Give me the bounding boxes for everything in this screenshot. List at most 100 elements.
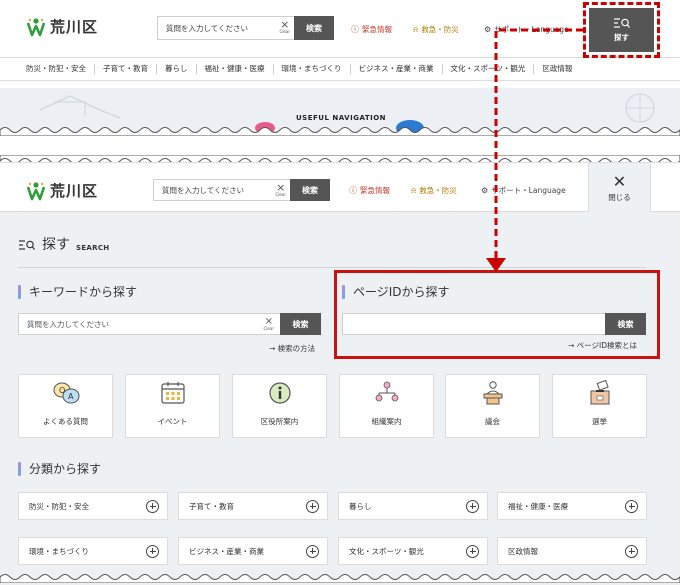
useful-navigation-label: USEFUL NAVIGATION bbox=[296, 114, 387, 122]
header-search-placeholder: 質問を入力してください bbox=[162, 185, 245, 195]
category-item[interactable]: 福祉・健康・医療 bbox=[497, 492, 647, 520]
faq-icon: Q A bbox=[53, 382, 79, 404]
keyword-heading: キーワードから探す bbox=[18, 283, 137, 300]
bell-icon: ⍾ bbox=[411, 185, 417, 195]
nav-item[interactable]: 暮らし bbox=[157, 64, 197, 74]
organization-icon bbox=[375, 381, 398, 402]
site-logo-text: 荒川区 bbox=[50, 182, 99, 200]
category-label: 環境・まちづくり bbox=[29, 546, 89, 556]
emergency-label: 緊急情報 bbox=[362, 25, 392, 34]
rescue-label: 救急・防災 bbox=[421, 25, 459, 34]
category-label: 暮らし bbox=[349, 501, 372, 511]
clear-button[interactable]: × Clear bbox=[280, 19, 290, 34]
header-search-input[interactable]: 質問を入力してください × Clear bbox=[153, 179, 290, 201]
category-item[interactable]: 環境・まちづくり bbox=[18, 537, 168, 565]
keyword-search-input[interactable]: 質問を入力してください × Clear bbox=[18, 313, 280, 335]
bell-icon: ⍾ bbox=[413, 24, 419, 34]
header-search-placeholder: 質問を入力してください bbox=[166, 23, 249, 33]
heading-bar bbox=[18, 461, 21, 476]
category-item[interactable]: ビジネス・産業・商業 bbox=[178, 537, 328, 565]
rescue-link[interactable]: ⍾ 救急・防災 bbox=[413, 24, 459, 35]
support-link[interactable]: ⚙ サポート・Language bbox=[481, 185, 566, 196]
category-heading: 分類から探す bbox=[18, 460, 101, 477]
nav-item[interactable]: 環境・まちづくり bbox=[274, 64, 351, 74]
header-search-button[interactable]: 検索 bbox=[290, 179, 330, 201]
tile-event[interactable]: イベント bbox=[125, 374, 220, 438]
rescue-label: 救急・防災 bbox=[419, 186, 457, 195]
global-nav: 防災・防犯・安全 子育て・教育 暮らし 福祉・健康・医療 環境・まちづくり ビジ… bbox=[0, 57, 680, 81]
nav-item[interactable]: 区政情報 bbox=[534, 64, 580, 74]
clear-button[interactable]: × Clear bbox=[276, 182, 286, 197]
gear-icon: ⚙ bbox=[484, 25, 492, 34]
header-before: 荒川区 質問を入力してください × Clear 検索 ⓘ 緊急情報 ⍾ 救急・防災 ⚙… bbox=[0, 0, 680, 132]
header-search-input[interactable]: 質問を入力してください × Clear bbox=[157, 16, 294, 40]
category-label: 子育て・教育 bbox=[189, 501, 234, 511]
nav-item[interactable]: 子育て・教育 bbox=[95, 64, 157, 74]
keyword-search-placeholder: 質問を入力してください bbox=[27, 319, 110, 329]
tile-label: イベント bbox=[157, 417, 188, 426]
close-button[interactable]: ✕ 閉じる bbox=[588, 163, 651, 213]
heading-bar bbox=[18, 284, 21, 299]
tile-label: 選挙 bbox=[592, 417, 607, 426]
nav-item[interactable]: 福祉・健康・医療 bbox=[197, 64, 274, 74]
plus-circle-icon bbox=[146, 544, 159, 558]
category-label: 福祉・健康・医療 bbox=[508, 501, 568, 511]
plus-circle-icon bbox=[146, 499, 159, 513]
plus-circle-icon bbox=[625, 544, 638, 558]
site-logo[interactable]: 荒川区 bbox=[26, 16, 98, 37]
explore-highlight bbox=[583, 2, 660, 58]
gear-icon: ⚙ bbox=[481, 186, 489, 195]
nav-item[interactable]: 防災・防犯・安全 bbox=[18, 64, 95, 74]
arakawa-logo-icon bbox=[26, 181, 46, 200]
plus-circle-icon bbox=[466, 499, 479, 513]
category-heading-text: 分類から探す bbox=[29, 462, 102, 476]
tile-organization[interactable]: 組織案内 bbox=[339, 374, 434, 438]
emergency-link[interactable]: ⓘ 緊急情報 bbox=[349, 185, 390, 196]
nav-item[interactable]: ビジネス・産業・商業 bbox=[351, 64, 443, 74]
search-help-link[interactable]: → 検索の方法 bbox=[269, 343, 315, 354]
close-label: 閉じる bbox=[608, 192, 631, 202]
plus-circle-icon bbox=[306, 499, 319, 513]
tear-edge-bottom bbox=[0, 574, 680, 583]
keyword-heading-text: キーワードから探す bbox=[29, 285, 138, 299]
category-label: 防災・防犯・安全 bbox=[29, 501, 89, 511]
site-logo[interactable]: 荒川区 bbox=[26, 180, 98, 201]
header-search: 質問を入力してください × Clear 検索 bbox=[157, 16, 334, 40]
panel-title-en: SEARCH bbox=[76, 244, 110, 252]
emergency-link[interactable]: ⓘ 緊急情報 bbox=[351, 24, 392, 35]
tile-faq[interactable]: Q A よくある質問 bbox=[18, 374, 113, 438]
rescue-link[interactable]: ⍾ 救急・防災 bbox=[411, 185, 457, 196]
panel-title-text: 探す bbox=[42, 237, 70, 253]
keyword-search-button[interactable]: 検索 bbox=[280, 313, 321, 335]
divider bbox=[18, 267, 646, 268]
info-icon bbox=[268, 382, 291, 404]
support-link[interactable]: ⚙ サポート・Language bbox=[484, 24, 569, 35]
alert-icon: ⓘ bbox=[349, 186, 357, 195]
header-after: 荒川区 質問を入力してください × Clear 検索 ⓘ 緊急情報 ⍾ 救急・防災 ⚙… bbox=[0, 162, 680, 585]
plus-circle-icon bbox=[466, 544, 479, 558]
tile-label: よくある質問 bbox=[43, 417, 88, 426]
category-item[interactable]: 区政情報 bbox=[497, 537, 647, 565]
tile-office-guide[interactable]: 区役所案内 bbox=[232, 374, 327, 438]
plus-circle-icon bbox=[625, 499, 638, 513]
nav-item[interactable]: 文化・スポーツ・観光 bbox=[443, 64, 535, 74]
header-search: 質問を入力してください × Clear 検索 bbox=[153, 179, 330, 201]
emergency-label: 緊急情報 bbox=[360, 186, 390, 195]
category-item[interactable]: 暮らし bbox=[338, 492, 488, 520]
tile-label: 区役所案内 bbox=[260, 417, 299, 426]
alert-icon: ⓘ bbox=[351, 25, 359, 34]
panel-title: 探す SEARCH bbox=[18, 234, 109, 254]
tile-assembly[interactable]: 議会 bbox=[445, 374, 540, 438]
category-item[interactable]: 子育て・教育 bbox=[178, 492, 328, 520]
clear-button[interactable]: × Clear bbox=[264, 317, 274, 331]
tear-edge-top bbox=[0, 127, 680, 136]
tile-election[interactable]: 選挙 bbox=[552, 374, 647, 438]
header-search-button[interactable]: 検索 bbox=[294, 16, 334, 40]
keyword-search: 質問を入力してください × Clear 検索 bbox=[18, 313, 321, 335]
explore-icon bbox=[19, 240, 35, 250]
category-item[interactable]: 防災・防犯・安全 bbox=[18, 492, 168, 520]
close-icon: ✕ bbox=[612, 171, 627, 191]
arakawa-logo-icon bbox=[26, 17, 46, 36]
category-item[interactable]: 文化・スポーツ・観光 bbox=[338, 537, 488, 565]
ballot-box-icon bbox=[590, 380, 609, 405]
